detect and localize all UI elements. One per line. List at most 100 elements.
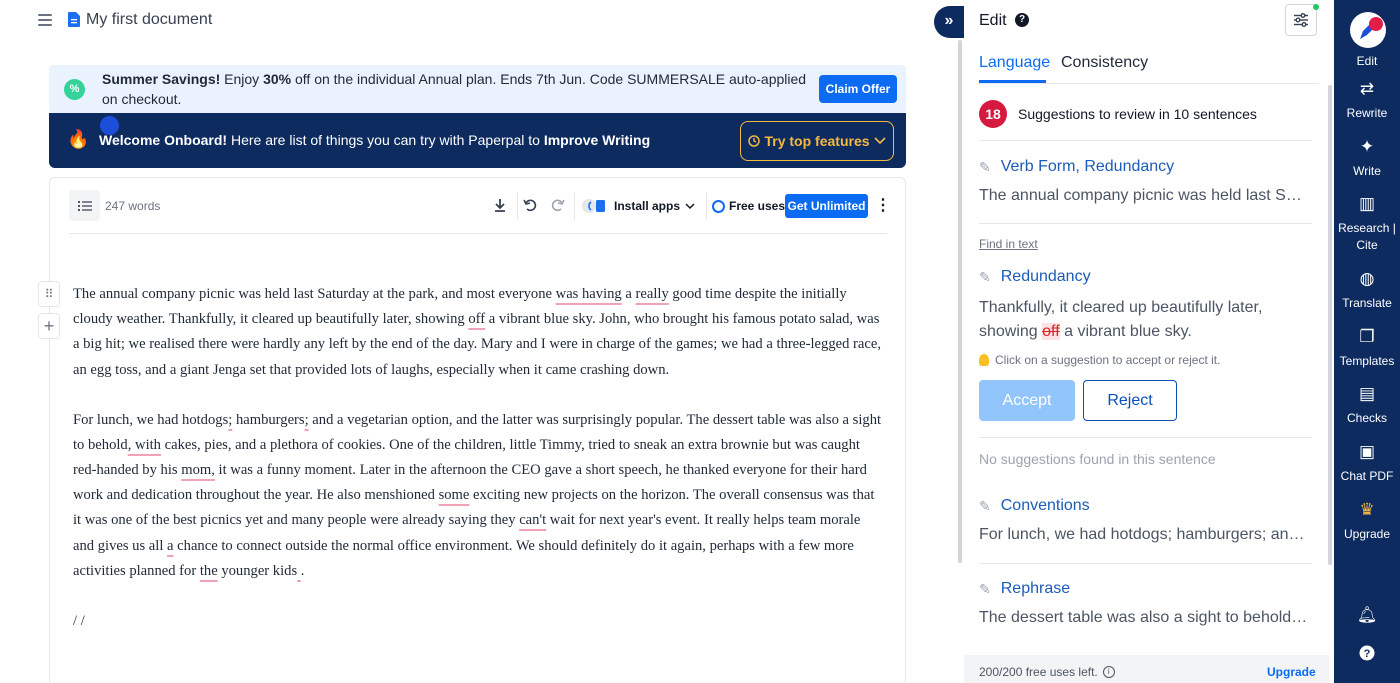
nav-label: Translate bbox=[1342, 296, 1392, 310]
flagged-text[interactable]: can't bbox=[519, 512, 546, 528]
suggestion-card-header[interactable]: ✎ Conventions bbox=[979, 497, 1090, 515]
suggestion-preview[interactable]: For lunch, we had hotdogs; hamburgers; a… bbox=[979, 526, 1309, 544]
paragraph-3: / / bbox=[73, 612, 85, 629]
suggestion-count-badge: 18 bbox=[979, 100, 1007, 128]
onboard-text-body: Here are list of things you can try with… bbox=[227, 132, 544, 148]
footer-upgrade-link[interactable]: Upgrade bbox=[1267, 665, 1316, 679]
word-count: 247 words bbox=[105, 199, 161, 213]
promo-banner: % Summer Savings! Enjoy 30% off on the i… bbox=[49, 65, 906, 113]
free-uses-left-text: 200/200 free uses left. bbox=[979, 665, 1098, 679]
add-block-icon[interactable]: + bbox=[38, 313, 60, 339]
suggestion-card-header[interactable]: ✎ Verb Form, Redundancy bbox=[979, 158, 1174, 176]
checklist-icon: ▤ bbox=[1358, 384, 1376, 403]
sliders-icon bbox=[1294, 13, 1308, 27]
nav-label: Upgrade bbox=[1343, 527, 1391, 541]
tab-consistency[interactable]: Consistency bbox=[1061, 54, 1148, 72]
onboard-banner: 🔥 Welcome Onboard! Here are list of thin… bbox=[49, 113, 906, 168]
nav-label: Chat PDF bbox=[1340, 469, 1394, 483]
improve-bold: Improve Writing bbox=[543, 132, 651, 148]
sparkle-icon: ✦ bbox=[1359, 137, 1375, 156]
flagged-text[interactable]: really bbox=[636, 286, 669, 302]
divider bbox=[979, 140, 1312, 141]
nav-item-chat-pdf[interactable]: ▣ Chat PDF bbox=[1334, 442, 1400, 485]
promo-percent: 30% bbox=[263, 71, 292, 87]
more-options-icon[interactable]: ⋮ bbox=[875, 194, 891, 218]
tab-language[interactable]: Language bbox=[979, 54, 1050, 72]
text-run: hamburgers bbox=[232, 411, 305, 428]
panel-scrollbar[interactable] bbox=[1328, 85, 1332, 565]
nav-item-edit[interactable]: Edit bbox=[1334, 53, 1400, 70]
nav-label: Rewrite bbox=[1346, 106, 1388, 120]
find-in-text-link[interactable]: Find in text bbox=[979, 237, 1038, 251]
undo-icon[interactable] bbox=[521, 196, 539, 214]
suggestion-hint: Click on a suggestion to accept or rejec… bbox=[979, 353, 1220, 367]
top-bar: My first document bbox=[0, 0, 955, 42]
document-body[interactable]: The annual company picnic was held last … bbox=[73, 282, 883, 659]
info-icon[interactable]: i bbox=[1102, 666, 1115, 678]
divider bbox=[979, 563, 1312, 564]
drag-handle-icon[interactable]: ⠿ bbox=[38, 281, 60, 307]
menu-icon[interactable] bbox=[38, 14, 52, 26]
nav-item-templates[interactable]: ❐ Templates bbox=[1334, 327, 1400, 370]
nav-item-research[interactable]: ▥ Research | Cite bbox=[1334, 194, 1400, 254]
accept-button[interactable]: Accept bbox=[979, 380, 1075, 421]
reject-button[interactable]: Reject bbox=[1083, 380, 1177, 421]
nav-label: Edit bbox=[1356, 54, 1378, 68]
flagged-text[interactable]: off bbox=[468, 311, 485, 327]
suggestion-count-text: Suggestions to review in 10 sentences bbox=[1018, 106, 1257, 122]
crown-icon: ♛ bbox=[1359, 500, 1375, 519]
install-apps-label: Install apps bbox=[614, 199, 681, 213]
deleted-word[interactable]: off bbox=[1042, 323, 1060, 340]
nav-item-write[interactable]: ✦ Write bbox=[1334, 137, 1400, 180]
chevron-down-icon bbox=[685, 202, 695, 209]
suggestion-card-header[interactable]: ✎ Rephrase bbox=[979, 580, 1070, 598]
chat-icon: ▣ bbox=[1358, 442, 1376, 461]
bell-icon[interactable]: 🔔︎ bbox=[1334, 605, 1400, 625]
help-circle-icon[interactable]: ? bbox=[1334, 645, 1400, 666]
suggestion-preview[interactable]: The annual company picnic was held last … bbox=[979, 187, 1309, 205]
outline-button[interactable] bbox=[69, 190, 100, 221]
onboard-text: Welcome Onboard! Here are list of things… bbox=[99, 132, 650, 148]
suggestion-preview[interactable]: The dessert table was also a sight to be… bbox=[979, 609, 1309, 627]
nav-label: Research | Cite bbox=[1338, 221, 1396, 252]
discount-icon: % bbox=[64, 79, 85, 100]
nav-item-rewrite[interactable]: ⇄ Rewrite bbox=[1334, 79, 1400, 122]
redo-icon[interactable] bbox=[549, 196, 567, 214]
flagged-text[interactable]: , with bbox=[128, 437, 161, 453]
flagged-text[interactable]: was having bbox=[556, 286, 622, 302]
document-title[interactable]: My first document bbox=[86, 11, 212, 29]
nav-item-checks[interactable]: ▤ Checks bbox=[1334, 384, 1400, 427]
download-icon[interactable] bbox=[491, 196, 509, 214]
try-top-features-button[interactable]: Try top features bbox=[740, 121, 894, 161]
panel-title: Edit bbox=[979, 12, 1007, 29]
app-root: My first document % Summer Savings! Enjo… bbox=[0, 0, 1400, 683]
paragraph-1: The annual company picnic was held last … bbox=[73, 282, 883, 383]
promo-text: Summer Savings! Enjoy 30% off on the ind… bbox=[102, 69, 812, 109]
help-icon[interactable]: ? bbox=[1015, 13, 1029, 27]
divider bbox=[979, 223, 1312, 224]
install-apps-button[interactable]: Install apps bbox=[581, 194, 695, 218]
collapse-panel-button[interactable]: » bbox=[934, 6, 964, 38]
get-unlimited-button[interactable]: Get Unlimited bbox=[785, 194, 868, 218]
claim-offer-button[interactable]: Claim Offer bbox=[819, 75, 897, 103]
nav-item-translate[interactable]: ◍ Translate bbox=[1334, 269, 1400, 312]
flagged-text[interactable]: the bbox=[200, 563, 218, 579]
feather-icon: ✎ bbox=[979, 268, 991, 285]
free-uses-label: Free uses bbox=[729, 199, 786, 213]
status-dot bbox=[1313, 4, 1319, 10]
settings-button[interactable] bbox=[1285, 4, 1317, 36]
text-run: younger kids bbox=[217, 562, 298, 579]
toolbar-separator bbox=[574, 192, 575, 220]
templates-icon: ❐ bbox=[1359, 327, 1375, 346]
nav-item-upgrade[interactable]: ♛ Upgrade bbox=[1334, 500, 1400, 543]
fire-icon: 🔥 bbox=[67, 129, 90, 149]
suggestion-category: Rephrase bbox=[1000, 580, 1071, 597]
suggestion-category: Conventions bbox=[1000, 497, 1090, 514]
welcome-bold: Welcome Onboard! bbox=[99, 132, 228, 148]
editor-scrollbar[interactable] bbox=[958, 40, 962, 563]
text-run: a bbox=[621, 286, 636, 302]
suggestion-card-header[interactable]: ✎ Redundancy bbox=[979, 268, 1091, 286]
flagged-text[interactable]: some bbox=[439, 487, 470, 503]
flagged-text[interactable]: mom, bbox=[181, 462, 215, 478]
avatar[interactable] bbox=[1350, 12, 1386, 48]
